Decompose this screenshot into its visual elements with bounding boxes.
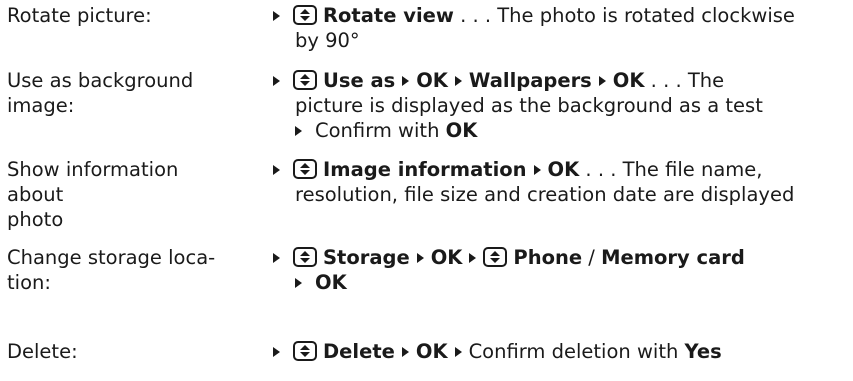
nav-key-icon	[293, 159, 317, 179]
arrow-right-icon	[273, 347, 280, 357]
arrow-right-icon	[454, 76, 462, 86]
action-description: Delete OK Confirm deletion with Yes	[273, 339, 853, 364]
arrow-right-icon	[295, 278, 302, 288]
arrow-right-icon	[295, 126, 302, 136]
arrow-right-icon	[273, 76, 280, 86]
action-label: Show information about photo	[7, 158, 179, 231]
nav-key-icon	[293, 247, 317, 267]
action-label: Change storage loca- tion:	[7, 246, 216, 294]
arrow-right-icon	[416, 253, 424, 263]
arrow-right-icon	[273, 165, 280, 175]
nav-key-icon	[293, 341, 317, 361]
arrow-right-icon	[401, 347, 409, 357]
arrow-right-icon	[454, 347, 462, 357]
action-label: Rotate picture:	[7, 4, 152, 27]
arrow-right-icon	[402, 76, 410, 86]
arrow-right-icon	[273, 11, 280, 21]
action-label: Delete:	[7, 340, 78, 363]
arrow-right-icon	[273, 253, 280, 263]
nav-key-icon	[293, 5, 317, 25]
arrow-right-icon	[469, 253, 477, 263]
action-label: Use as background image:	[7, 69, 194, 117]
action-description: Use as OK Wallpapers OK . . . The picture i…	[273, 68, 853, 143]
nav-key-icon	[483, 247, 508, 267]
arrow-right-icon	[533, 165, 541, 175]
action-description: Rotate view . . . The photo is rotated c…	[273, 3, 853, 53]
action-description: Image information OK . . . The file name,…	[273, 157, 853, 207]
nav-key-icon	[293, 70, 317, 90]
action-description: Storage OK Phone / Memory card OK	[273, 245, 853, 295]
arrow-right-icon	[598, 76, 606, 86]
